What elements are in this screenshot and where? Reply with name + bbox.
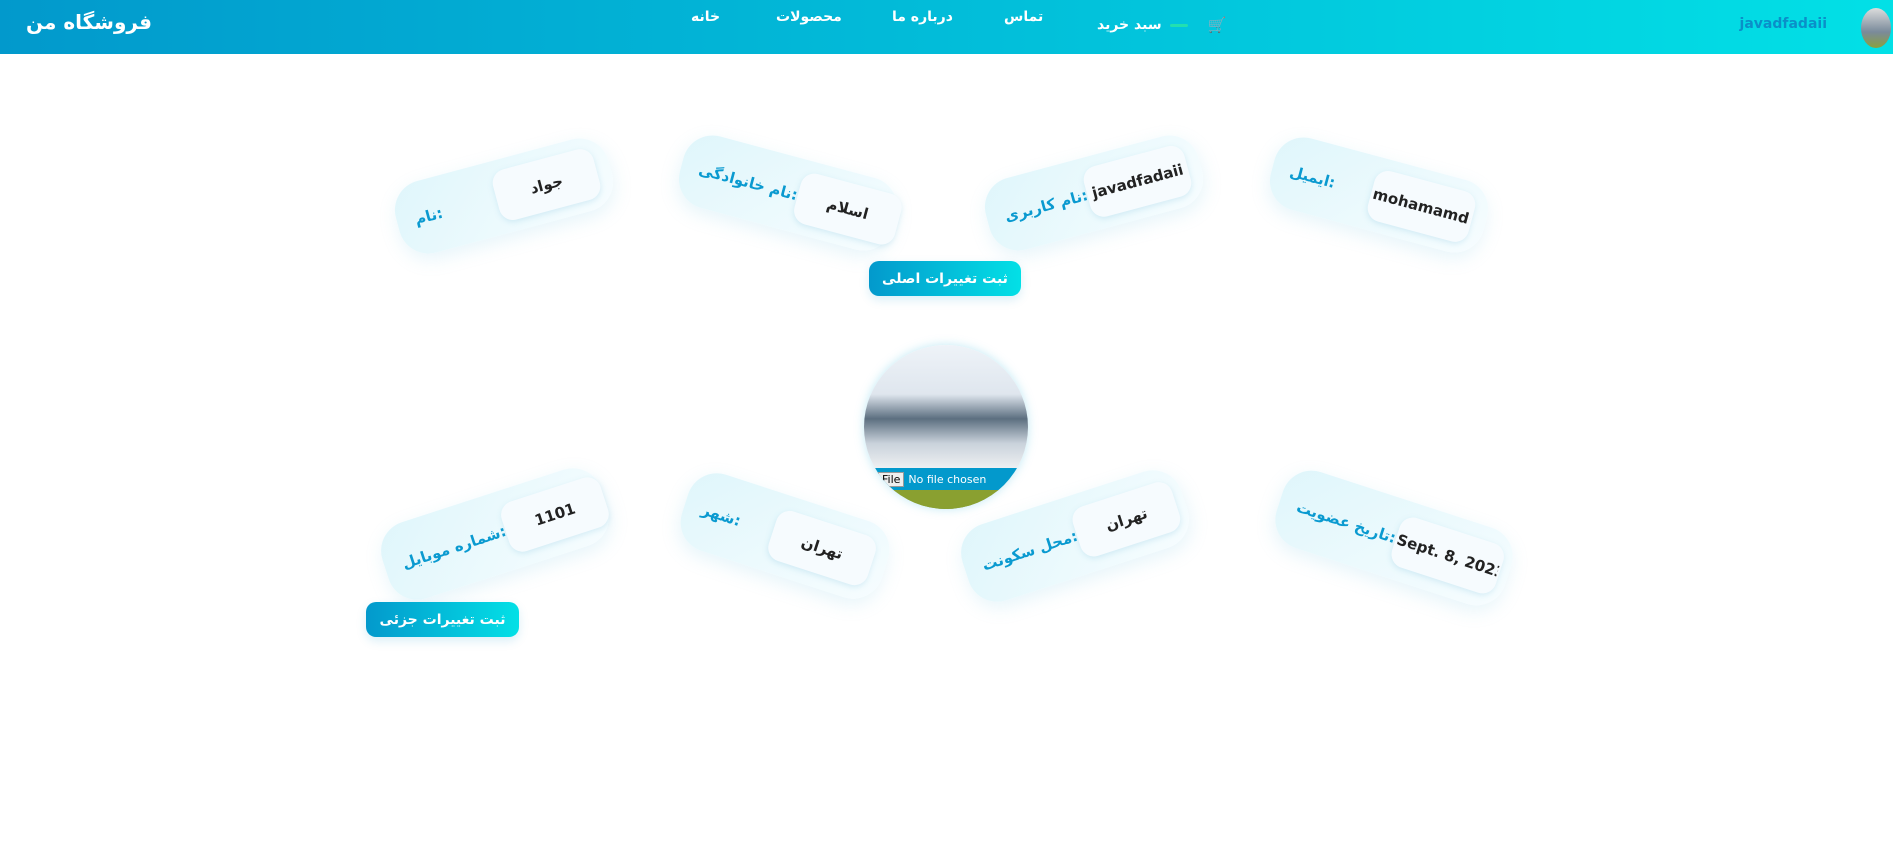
- residence-input[interactable]: [1068, 478, 1184, 561]
- first-name-label: :نام: [412, 203, 445, 229]
- join-date-card: :تاریخ عضویت: [1267, 462, 1521, 614]
- cart-label: سبد خرید: [1097, 17, 1162, 33]
- join-date-label: :تاریخ عضویت: [1294, 497, 1399, 548]
- join-date-input[interactable]: [1387, 513, 1508, 597]
- city-label: :شهر: [699, 500, 744, 531]
- nav-about[interactable]: درباره ما: [892, 9, 953, 25]
- top-navbar: فروشگاه من خانه محصولات درباره ما تماس س…: [0, 0, 1893, 54]
- save-main-button[interactable]: ثبت تغییرات اصلی: [869, 261, 1021, 296]
- residence-label: :محل سکونت: [979, 526, 1080, 575]
- photo-lawn: [864, 490, 1028, 509]
- email-input[interactable]: [1364, 167, 1479, 245]
- nav-contact[interactable]: تماس: [1004, 9, 1043, 25]
- file-status: No file chosen: [908, 472, 987, 486]
- last-name-card: :نام خانوادگی: [672, 128, 905, 258]
- avatar[interactable]: [1861, 8, 1891, 48]
- last-name-input[interactable]: [790, 170, 905, 248]
- email-card: :ایمیل: [1263, 130, 1495, 260]
- last-name-label: :نام خانوادگی: [696, 160, 800, 205]
- first-name-card: :نام: [388, 131, 620, 261]
- username-input[interactable]: [1080, 142, 1195, 220]
- file-input[interactable]: File No file chosen: [864, 468, 1028, 490]
- brand-logo[interactable]: فروشگاه من: [26, 10, 152, 34]
- first-name-input[interactable]: [489, 146, 604, 224]
- mobile-input[interactable]: [497, 473, 613, 556]
- cart-link[interactable]: سبد خرید 🛒: [1097, 16, 1226, 34]
- username-card: :نام کاربری: [978, 128, 1210, 258]
- nav-home[interactable]: خانه: [691, 9, 720, 25]
- email-label: :ایمیل: [1287, 162, 1338, 192]
- divider: [1169, 23, 1188, 27]
- city-input[interactable]: [764, 507, 880, 589]
- mobile-card: :شماره موبایل: [373, 460, 617, 608]
- cart-icon: 🛒: [1207, 16, 1227, 34]
- mobile-label: :شماره موبایل: [399, 521, 509, 573]
- choose-file-button[interactable]: File: [878, 471, 905, 487]
- username-link[interactable]: javadfadaii: [1740, 16, 1827, 32]
- save-partial-button[interactable]: ثبت تغییرات جزئی: [366, 602, 519, 637]
- username-label: :نام کاربری: [1002, 186, 1090, 226]
- nav-products[interactable]: محصولات: [776, 9, 842, 25]
- profile-photo: File No file chosen: [864, 345, 1028, 509]
